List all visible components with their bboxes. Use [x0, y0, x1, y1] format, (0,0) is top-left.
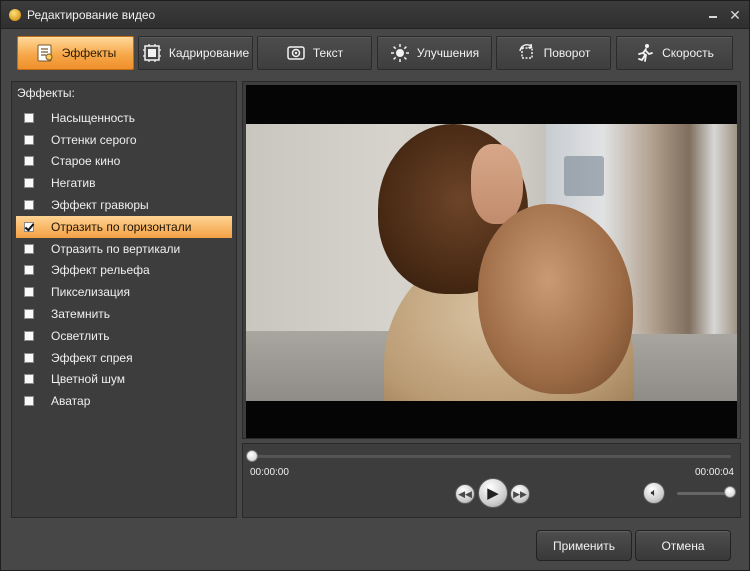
effects-panel-title: Эффекты: [17, 86, 75, 100]
total-time: 00:00:04 [695, 467, 734, 478]
fast-forward-icon: ▶▶ [513, 488, 527, 499]
player-controls: 00:00:00 00:00:04 ◀◀ ▶ ▶▶ 🔈︎ [242, 443, 741, 518]
tab-rotate[interactable]: Поворот [496, 36, 611, 70]
effect-label: Эффект рельефа [51, 263, 150, 278]
tab-enhancements[interactable]: Улучшения [377, 36, 492, 70]
close-button[interactable]: ✕ [727, 7, 743, 23]
effect-item-grayscale[interactable]: Оттенки серого [16, 129, 232, 151]
tab-effects[interactable]: Эффекты [17, 36, 134, 70]
cancel-button[interactable]: Отмена [635, 530, 731, 561]
checkbox[interactable] [24, 330, 34, 341]
tab-crop-label: Кадрирование [168, 46, 250, 60]
effect-label: Оттенки серого [51, 132, 137, 147]
tab-speed[interactable]: Скорость [616, 36, 733, 70]
effect-label: Аватар [51, 394, 91, 409]
effect-item-engraving[interactable]: Эффект гравюры [16, 194, 232, 216]
effect-item-avatar[interactable]: Аватар [16, 390, 232, 412]
minimize-button[interactable] [705, 7, 721, 23]
effect-item-spray[interactable]: Эффект спрея [16, 347, 232, 369]
effect-item-color-noise[interactable]: Цветной шум [16, 369, 232, 391]
rotate-icon [518, 43, 533, 59]
window-title: Редактирование видео [27, 8, 156, 22]
effect-item-flip-horizontal[interactable]: Отразить по горизонтали [16, 215, 232, 238]
title-bar[interactable]: Редактирование видео ✕ [1, 1, 749, 29]
next-button[interactable]: ▶▶ [510, 484, 530, 504]
brightness-icon [390, 44, 409, 62]
effect-label: Осветлить [51, 328, 110, 343]
checkbox[interactable] [24, 309, 34, 320]
tab-rotate-label: Поворот [543, 46, 591, 60]
effects-list: Насыщенность Оттенки серого Старое кино … [16, 107, 232, 412]
effects-icon [37, 44, 53, 62]
effect-item-emboss[interactable]: Эффект рельефа [16, 260, 232, 282]
effect-item-old-film[interactable]: Старое кино [16, 151, 232, 173]
tab-crop[interactable]: Кадрирование [138, 36, 253, 70]
checkbox[interactable] [24, 134, 34, 145]
speaker-icon: 🔈︎ [650, 486, 658, 499]
checkbox[interactable] [24, 396, 34, 407]
checkbox[interactable] [24, 374, 34, 385]
effect-label: Негатив [51, 176, 96, 191]
effect-item-pixelate[interactable]: Пикселизация [16, 281, 232, 303]
effect-label: Цветной шум [51, 372, 125, 387]
effect-label: Отразить по горизонтали [51, 219, 192, 234]
crop-icon [142, 44, 161, 62]
volume-button[interactable]: 🔈︎ [643, 482, 665, 504]
checkbox[interactable] [24, 156, 34, 167]
effect-label: Отразить по вертикали [51, 241, 181, 256]
effect-item-flip-vertical[interactable]: Отразить по вертикали [16, 238, 232, 260]
checkbox[interactable] [24, 352, 34, 363]
text-icon [287, 46, 305, 60]
effect-label: Затемнить [51, 307, 111, 322]
effects-panel: Эффекты: Насыщенность Оттенки серого Ста… [11, 81, 237, 518]
effect-item-saturation[interactable]: Насыщенность [16, 107, 232, 129]
effect-item-negative[interactable]: Негатив [16, 172, 232, 194]
effect-item-darken[interactable]: Затемнить [16, 303, 232, 325]
seek-slider-handle[interactable] [246, 450, 258, 462]
app-logo-icon [9, 9, 21, 21]
rewind-icon: ◀◀ [458, 488, 472, 499]
video-editor-window: Редактирование видео ✕ Эффекты Кадрирова… [0, 0, 750, 571]
tab-text[interactable]: Текст [257, 36, 372, 70]
checkbox[interactable] [24, 287, 34, 298]
previous-button[interactable]: ◀◀ [455, 484, 475, 504]
seek-track[interactable] [252, 455, 731, 458]
checkbox[interactable] [24, 265, 34, 276]
checkbox-checked[interactable] [24, 221, 34, 232]
frame-person-face [471, 144, 523, 224]
checkbox[interactable] [24, 243, 34, 254]
apply-button[interactable]: Применить [536, 530, 632, 561]
effect-label: Старое кино [51, 154, 121, 169]
play-icon: ▶ [487, 485, 499, 502]
volume-slider-handle[interactable] [724, 486, 736, 498]
tab-effects-label: Эффекты [61, 46, 117, 60]
effect-item-lighten[interactable]: Осветлить [16, 325, 232, 347]
tab-enhancements-label: Улучшения [416, 46, 480, 60]
editor-tabs: Эффекты Кадрирование Текст Улучшения Пов… [11, 34, 741, 74]
effect-label: Эффект гравюры [51, 198, 149, 213]
tab-speed-label: Скорость [662, 46, 714, 60]
effect-label: Пикселизация [51, 285, 130, 300]
volume-track[interactable] [677, 492, 731, 495]
video-frame [246, 124, 737, 401]
current-time: 00:00:00 [250, 467, 289, 478]
play-button[interactable]: ▶ [478, 478, 508, 508]
effect-label: Эффект спрея [51, 350, 133, 365]
effect-label: Насыщенность [51, 110, 136, 125]
video-preview-panel [242, 81, 741, 439]
running-man-icon [638, 44, 653, 62]
checkbox[interactable] [24, 112, 34, 123]
tab-text-label: Текст [312, 46, 344, 60]
checkbox[interactable] [24, 178, 34, 189]
video-preview[interactable] [246, 85, 737, 438]
frame-sign [564, 156, 604, 196]
checkbox[interactable] [24, 200, 34, 211]
